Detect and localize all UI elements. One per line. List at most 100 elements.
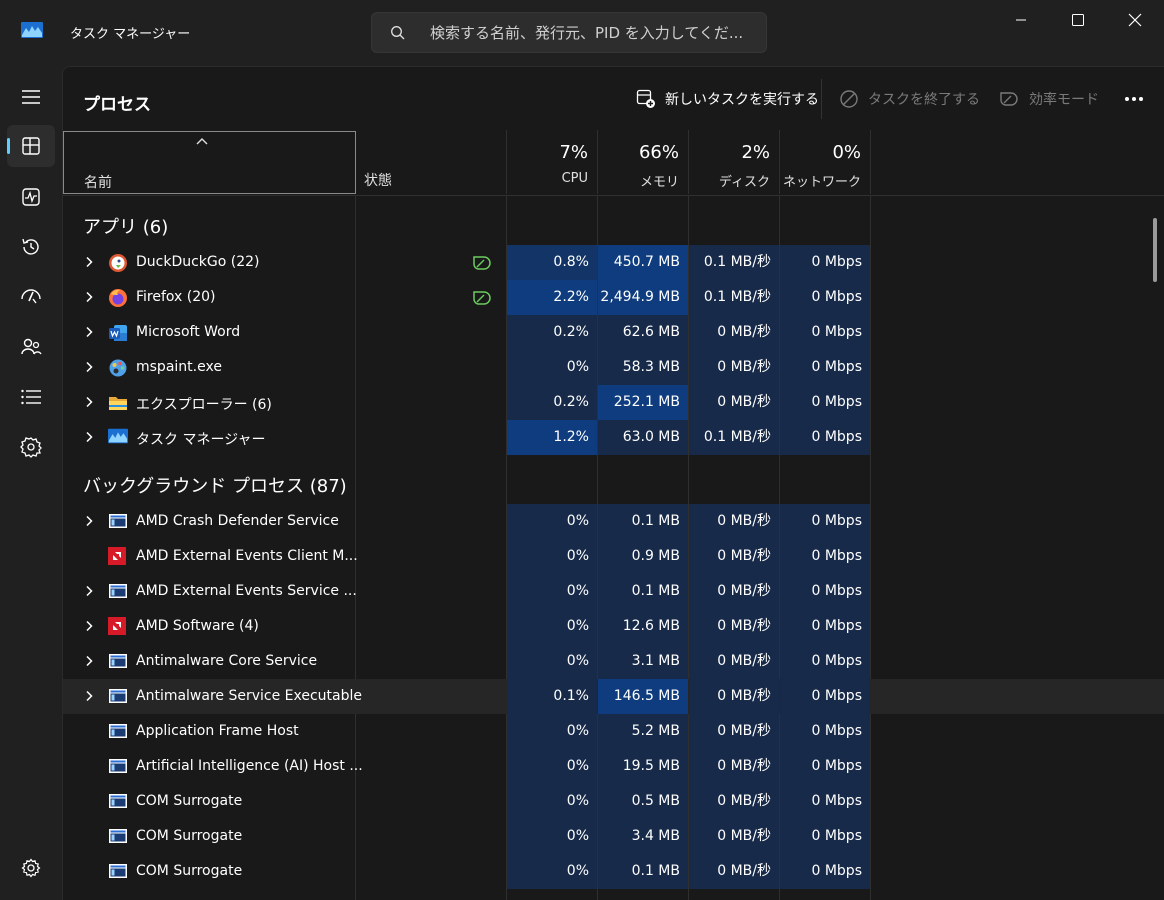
process-name: Antimalware Core Service: [136, 653, 318, 669]
disk-cell: 0 MB/秒: [689, 679, 779, 714]
process-row[interactable]: エクスプローラー (6) 0.2% 252.1 MB 0 MB/秒 0 Mbps: [63, 385, 1164, 420]
process-row[interactable]: AMD Crash Defender Service 0% 0.1 MB 0 MB/秒…: [63, 504, 1164, 539]
process-row[interactable]: Antimalware Core Service 0% 3.1 MB 0 MB/秒 0 …: [63, 644, 1164, 679]
search-input[interactable]: [430, 21, 750, 45]
process-row[interactable]: タスク マネージャー 1.2% 63.0 MB 0.1 MB/秒 0 Mbps: [63, 420, 1164, 455]
sidebar-item-users[interactable]: [7, 326, 55, 368]
maximize-icon: [1072, 14, 1084, 26]
cpu-cell: 0%: [507, 539, 597, 574]
more-dot-icon: [1132, 97, 1136, 101]
maximize-button[interactable]: [1049, 0, 1107, 40]
end-task-button[interactable]: タスクを終了する: [839, 86, 980, 112]
section-header-background: バックグラウンド プロセス (87): [83, 476, 347, 497]
cpu-cell: 0%: [507, 574, 597, 609]
expand-chevron[interactable]: [84, 256, 94, 272]
process-name: COM Surrogate: [136, 863, 243, 879]
memory-cell: 3.1 MB: [598, 644, 688, 679]
process-row[interactable]: AMD Software (4) 0% 12.6 MB 0 MB/秒 0 Mbps: [63, 609, 1164, 644]
process-name: AMD Crash Defender Service: [136, 513, 339, 529]
process-row[interactable]: DuckDuckGo (22) 0.8% 450.7 MB 0.1 MB/秒 0 Mbp…: [63, 245, 1164, 280]
memory-cell: 12.6 MB: [598, 609, 688, 644]
main-panel: プロセス 新しいタスクを実行する タスクを終了する 効率モード 名前 状態 7%…: [62, 66, 1164, 900]
disk-total: 2%: [741, 142, 770, 163]
process-row[interactable]: Microsoft Word 0.2% 62.6 MB 0 MB/秒 0 Mbps: [63, 315, 1164, 350]
memory-cell: 0.9 MB: [598, 539, 688, 574]
disk-cell: 0 MB/秒: [689, 315, 779, 350]
column-header-cpu[interactable]: 7% CPU: [506, 130, 597, 194]
disk-cell: 0 MB/秒: [689, 714, 779, 749]
memory-cell: 0.1 MB: [598, 854, 688, 889]
expand-chevron[interactable]: [84, 291, 94, 307]
disk-cell: 0 MB/秒: [689, 749, 779, 784]
efficiency-mode-button[interactable]: 効率モード: [998, 86, 1099, 112]
process-name: mspaint.exe: [136, 359, 222, 375]
more-options-button[interactable]: [1119, 89, 1149, 109]
expand-chevron[interactable]: [84, 515, 94, 531]
process-row[interactable]: Artificial Intelligence (AI) Host ... 0% 1…: [63, 749, 1164, 784]
vertical-scrollbar[interactable]: [1153, 218, 1157, 282]
gear-icon: [21, 858, 41, 878]
expand-chevron[interactable]: [84, 585, 94, 601]
column-header-network[interactable]: 0% ネットワーク: [779, 130, 870, 194]
network-cell: 0 Mbps: [780, 574, 870, 609]
expand-chevron[interactable]: [84, 361, 94, 377]
disk-cell: 0.1 MB/秒: [689, 245, 779, 280]
sidebar-item-processes[interactable]: [7, 125, 55, 167]
memory-cell: 3.4 MB: [598, 819, 688, 854]
memory-cell: 450.7 MB: [598, 245, 688, 280]
process-row[interactable]: Application Frame Host 0% 5.2 MB 0 MB/秒 0 Mb…: [63, 714, 1164, 749]
process-row[interactable]: Firefox (20) 2.2% 2,494.9 MB 0.1 MB/秒 0 Mbps: [63, 280, 1164, 315]
sidebar-item-performance[interactable]: [7, 176, 55, 218]
cpu-cell: 0%: [507, 854, 597, 889]
network-cell: 0 Mbps: [780, 854, 870, 889]
expand-chevron[interactable]: [84, 431, 94, 447]
service-icon: [108, 512, 128, 532]
process-row[interactable]: mspaint.exe 0% 58.3 MB 0 MB/秒 0 Mbps: [63, 350, 1164, 385]
new-task-icon: [636, 89, 655, 108]
process-row[interactable]: COM Surrogate 0% 0.5 MB 0 MB/秒 0 Mbps: [63, 784, 1164, 819]
page-title: プロセス: [83, 95, 151, 115]
process-row[interactable]: COM Surrogate 0% 3.4 MB 0 MB/秒 0 Mbps: [63, 819, 1164, 854]
sidebar-item-app-history[interactable]: [7, 226, 55, 268]
column-divider: [870, 130, 871, 194]
chevron-right-icon: [86, 291, 93, 303]
process-row[interactable]: Antimalware Service Executable 0.1% 146.5 …: [63, 679, 1164, 714]
process-row[interactable]: AMD External Events Client M... 0% 0.9 MB 0…: [63, 539, 1164, 574]
search-box[interactable]: [371, 12, 767, 53]
close-button[interactable]: [1106, 0, 1164, 40]
column-header-name[interactable]: 名前: [63, 131, 356, 194]
process-row[interactable]: AMD External Events Service ... 0% 0.1 MB 0…: [63, 574, 1164, 609]
memory-cell: 19.5 MB: [598, 749, 688, 784]
process-name: AMD External Events Service ...: [136, 583, 357, 599]
sidebar-item-settings[interactable]: [7, 847, 55, 889]
sidebar-item-details[interactable]: [7, 376, 55, 418]
disk-cell: 0 MB/秒: [689, 609, 779, 644]
hamburger-icon: [22, 90, 40, 104]
expand-chevron[interactable]: [84, 396, 94, 412]
minimize-icon: [1016, 19, 1026, 21]
column-header-memory[interactable]: 66% メモリ: [597, 130, 688, 194]
sidebar-item-startup[interactable]: [7, 276, 55, 318]
expand-chevron[interactable]: [84, 690, 94, 706]
process-row[interactable]: COM Surrogate 0% 0.1 MB 0 MB/秒 0 Mbps: [63, 854, 1164, 889]
efficiency-status: [471, 288, 493, 312]
column-header-disk[interactable]: 2% ディスク: [688, 130, 779, 194]
sidebar-item-services[interactable]: [7, 426, 55, 468]
expand-chevron[interactable]: [84, 620, 94, 636]
expand-chevron[interactable]: [84, 655, 94, 671]
memory-cell: 0.1 MB: [598, 504, 688, 539]
process-name: エクスプローラー (6): [136, 397, 272, 413]
network-cell: 0 Mbps: [780, 350, 870, 385]
column-header-status[interactable]: 状態: [364, 170, 392, 190]
efficiency-mode-label: 効率モード: [1029, 92, 1099, 108]
process-name: COM Surrogate: [136, 793, 243, 809]
sidebar-menu-button[interactable]: [7, 76, 55, 118]
run-new-task-label: 新しいタスクを実行する: [665, 92, 819, 108]
process-name: Microsoft Word: [136, 324, 241, 340]
run-new-task-button[interactable]: 新しいタスクを実行する: [636, 86, 819, 112]
network-label: ネットワーク: [782, 175, 861, 190]
expand-chevron[interactable]: [84, 326, 94, 342]
network-cell: 0 Mbps: [780, 539, 870, 574]
minimize-button[interactable]: [992, 0, 1050, 40]
chevron-right-icon: [86, 361, 93, 373]
